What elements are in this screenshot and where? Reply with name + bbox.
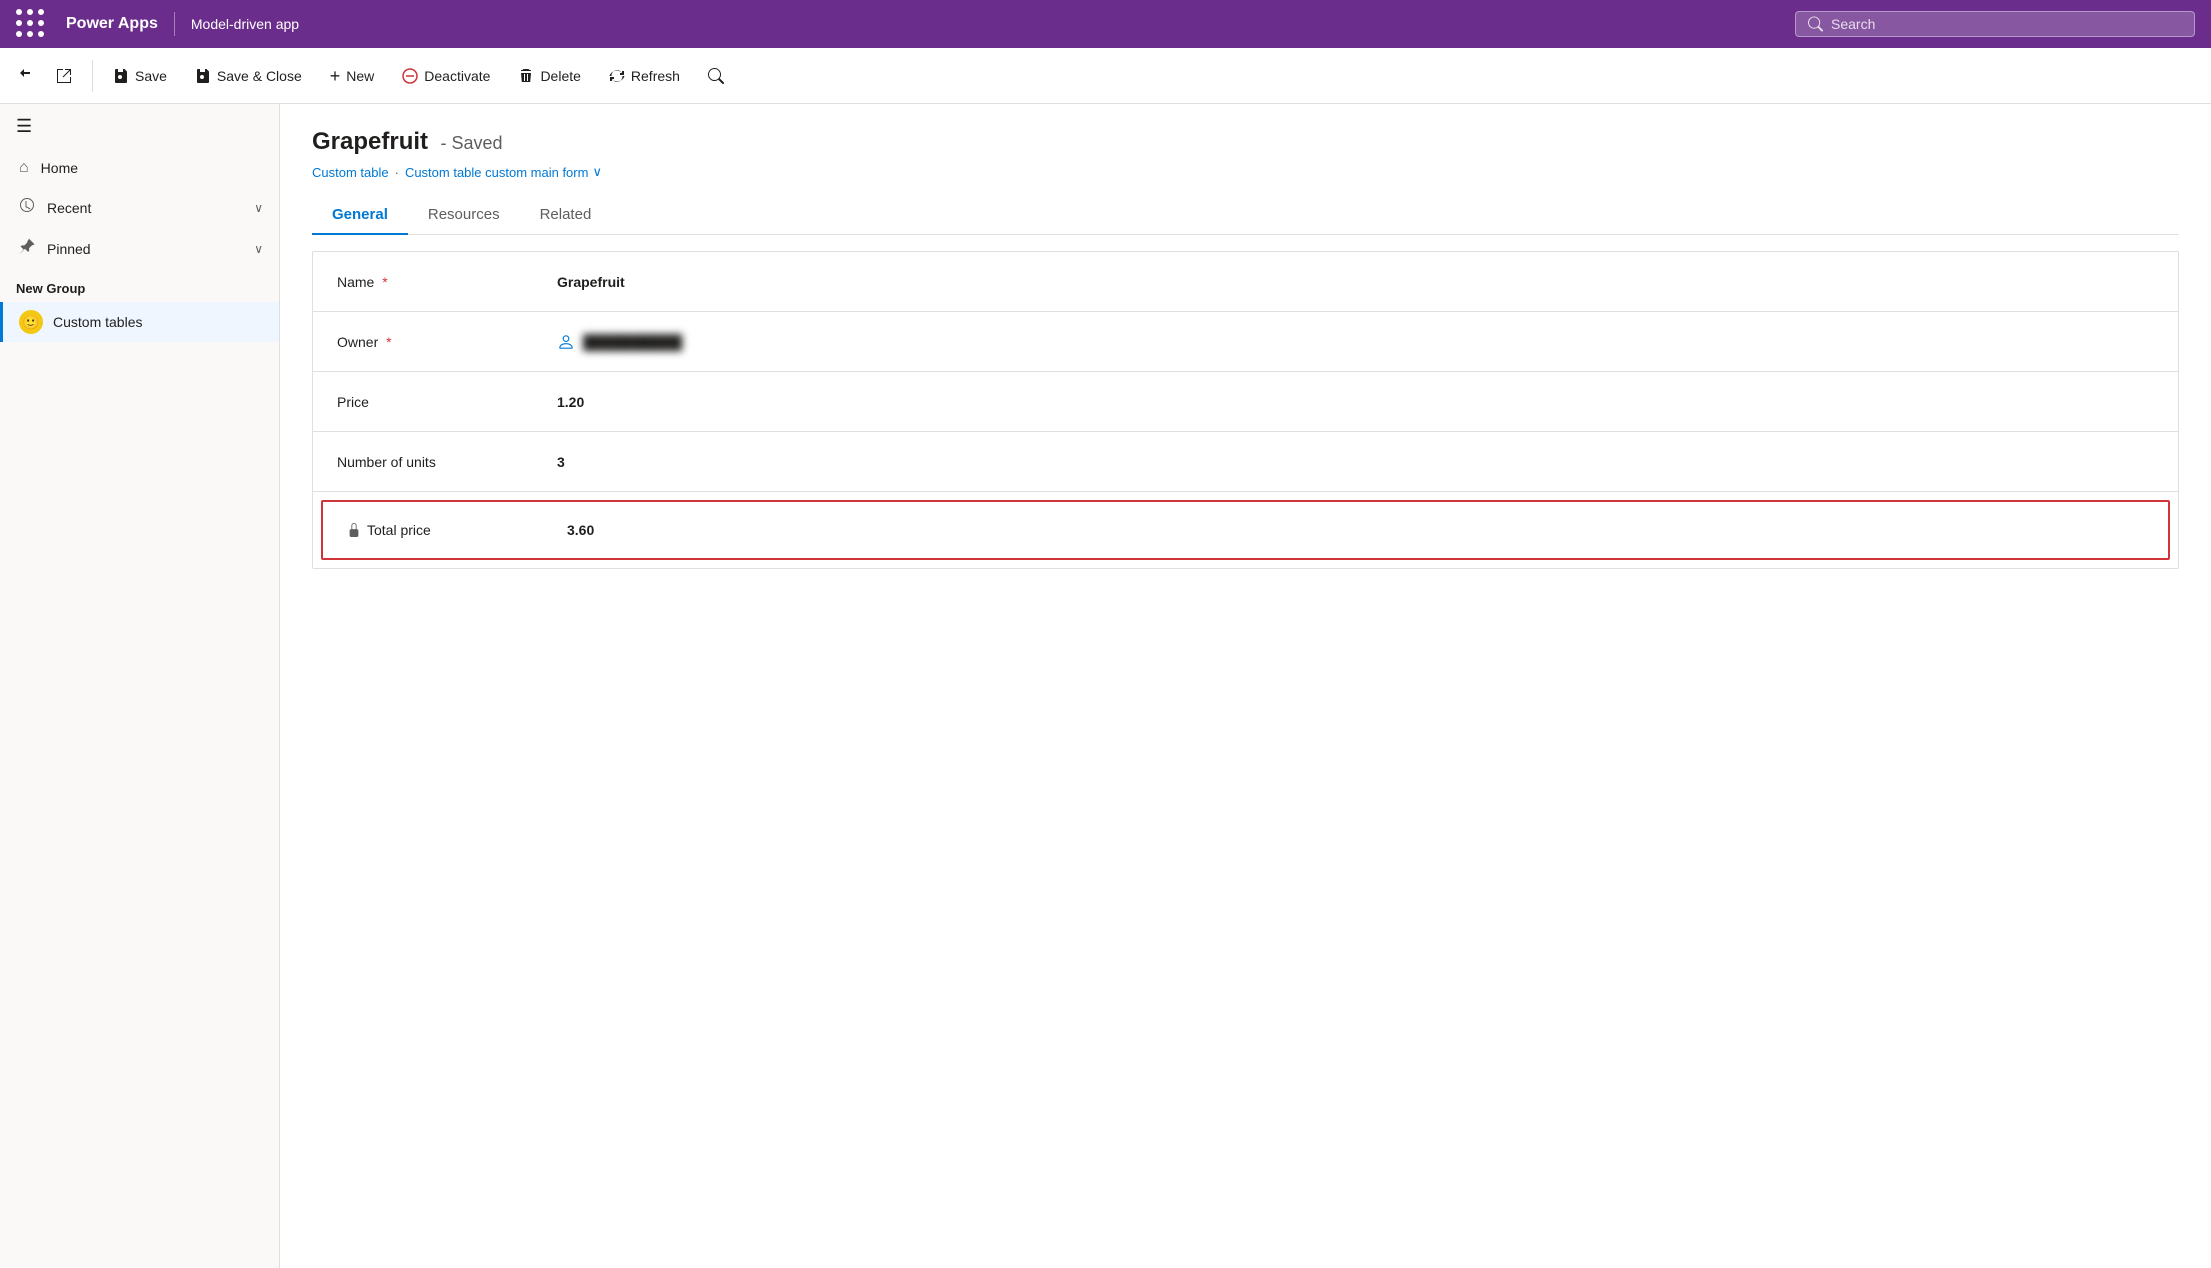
command-bar: Save Save & Close + New Deactivate Delet… [0,48,2211,104]
save-icon [113,68,129,84]
record-title: Grapefruit [312,128,428,155]
breadcrumb-chevron-icon: ∨ [592,164,602,180]
sidebar-item-recent[interactable]: Recent ∨ [0,187,279,228]
record-status: - Saved [440,133,502,153]
search-command-button[interactable] [696,62,736,90]
field-label-units: Number of units [337,454,557,470]
pinned-chevron-icon: ∨ [254,242,263,256]
delete-icon [518,68,534,84]
recent-chevron-icon: ∨ [254,201,263,215]
app-logo-text: Power Apps [66,15,158,33]
field-value-name[interactable]: Grapefruit [557,274,2154,290]
main-layout: ☰ ⌂ Home Recent ∨ Pinned ∨ New Group 🙂 C… [0,104,2211,1268]
custom-tables-icon: 🙂 [19,310,43,334]
lock-icon [347,523,361,537]
pinned-label: Pinned [47,241,91,257]
search-bar[interactable] [1795,11,2195,37]
form-container: Name * Grapefruit Owner * ██████████ [312,251,2179,569]
deactivate-button[interactable]: Deactivate [390,62,502,90]
breadcrumb-separator: · [395,165,399,180]
field-value-owner: ██████████ [583,334,682,350]
field-label-owner: Owner * [337,334,557,350]
field-value-price[interactable]: 1.20 [557,394,2154,410]
pinned-icon [19,238,35,259]
save-close-icon [195,68,211,84]
field-label-total-price: Total price [347,522,567,538]
field-label-price: Price [337,394,557,410]
back-button[interactable] [8,59,40,92]
new-label: New [346,68,374,84]
required-star-owner: * [386,334,391,350]
required-star-name: * [382,274,387,290]
search-icon [1808,16,1823,32]
field-value-units[interactable]: 3 [557,454,2154,470]
search-input[interactable] [1831,16,2182,32]
tabs: General Resources Related [312,196,2179,235]
tab-resources[interactable]: Resources [408,196,520,235]
app-name: Model-driven app [191,16,299,32]
top-bar: Power Apps Model-driven app [0,0,2211,48]
delete-button[interactable]: Delete [506,62,592,90]
refresh-icon [609,68,625,84]
refresh-button[interactable]: Refresh [597,62,692,90]
breadcrumb-form-dropdown[interactable]: Custom table custom main form ∨ [405,164,602,180]
tab-related[interactable]: Related [520,196,612,235]
user-icon [557,333,575,351]
app-launcher-button[interactable] [16,9,46,39]
field-row-units: Number of units 3 [313,432,2178,492]
field-row-price: Price 1.20 [313,372,2178,432]
record-header: Grapefruit - Saved [312,128,2179,156]
save-close-label: Save & Close [217,68,302,84]
save-label: Save [135,68,167,84]
plus-icon: + [330,67,341,85]
home-icon: ⌂ [19,159,29,177]
sidebar-item-custom-tables[interactable]: 🙂 Custom tables [0,302,279,342]
field-row-total-price: Total price 3.60 [321,500,2170,560]
tab-general[interactable]: General [312,196,408,235]
home-label: Home [41,160,78,176]
sidebar-item-pinned[interactable]: Pinned ∨ [0,228,279,269]
content-area: Grapefruit - Saved Custom table · Custom… [280,104,2211,1268]
owner-value-container[interactable]: ██████████ [557,333,682,351]
deactivate-icon [402,68,418,84]
cmd-divider-1 [92,60,93,92]
field-row-name: Name * Grapefruit [313,252,2178,312]
search-command-icon [708,68,724,84]
save-button[interactable]: Save [101,62,179,90]
save-close-button[interactable]: Save & Close [183,62,314,90]
delete-label: Delete [540,68,580,84]
deactivate-label: Deactivate [424,68,490,84]
new-group-header: New Group [0,269,279,302]
field-label-name: Name * [337,274,557,290]
popout-button[interactable] [44,62,84,90]
custom-tables-label: Custom tables [53,314,142,330]
field-row-owner: Owner * ██████████ [313,312,2178,372]
field-value-total-price: 3.60 [567,522,2144,538]
breadcrumb: Custom table · Custom table custom main … [312,164,2179,180]
breadcrumb-table-link[interactable]: Custom table [312,165,389,180]
breadcrumb-form-label: Custom table custom main form [405,165,589,180]
recent-label: Recent [47,200,91,216]
sidebar-item-home[interactable]: ⌂ Home [0,149,279,187]
hamburger-button[interactable]: ☰ [0,104,279,149]
sidebar: ☰ ⌂ Home Recent ∨ Pinned ∨ New Group 🙂 C… [0,104,280,1268]
top-bar-divider [174,12,175,36]
refresh-label: Refresh [631,68,680,84]
recent-icon [19,197,35,218]
new-button[interactable]: + New [318,61,387,91]
